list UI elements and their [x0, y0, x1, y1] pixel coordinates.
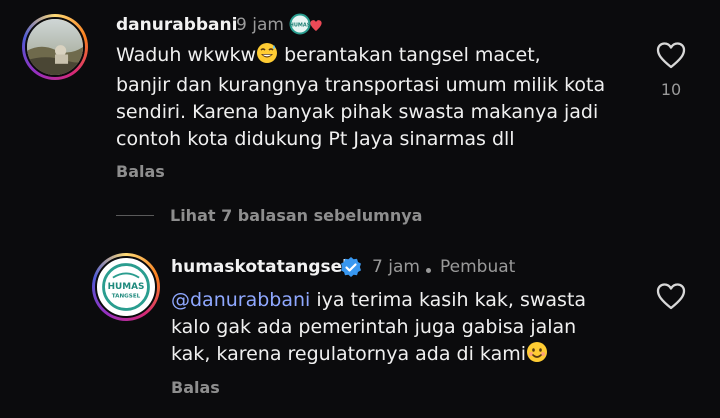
view-replies-divider: [116, 215, 154, 216]
comment2-username[interactable]: humaskotatangsel: [171, 257, 348, 277]
comment1-time: 9 jam: [236, 15, 284, 35]
humas-badge-icon: HUMAS: [289, 13, 323, 35]
avatar-humaskotatangsel[interactable]: HUMAS TANGSEL: [92, 253, 160, 321]
verified-badge-icon: [339, 256, 363, 280]
comment1-line3: sendiri. Karena banyak pihak swasta maka…: [116, 101, 599, 123]
comment1-line4: contoh kota didukung Pt Jaya sinarmas dl…: [116, 128, 515, 150]
comment1-body: Waduh wkwkw berantakan tangsel macet, ba…: [116, 42, 636, 153]
svg-text:HUMAS: HUMAS: [290, 23, 311, 29]
comment1-line1b: berantakan tangsel macet,: [278, 44, 541, 66]
avatar-tangsel-text: TANGSEL: [112, 293, 141, 299]
comment1-line2: banjir dan kurangnya transportasi umum m…: [116, 74, 606, 96]
comment1-line1: Waduh wkwkw: [116, 44, 257, 66]
grinning-sweat-emoji: [256, 42, 278, 72]
avatar-danurabbani[interactable]: [22, 14, 88, 80]
comment2-reply-button[interactable]: Balas: [171, 378, 220, 397]
comment2-like-button[interactable]: [655, 281, 687, 313]
comment1-like-count: 10: [660, 80, 682, 99]
smiling-emoji: [526, 341, 548, 371]
view-previous-replies-button[interactable]: Lihat 7 balasan sebelumnya: [170, 206, 422, 225]
comment1-like-button[interactable]: [655, 40, 687, 72]
avatar-humas-text: HUMAS: [108, 282, 145, 292]
heart-outline-icon: [656, 283, 686, 310]
comment2-line1: iya terima kasih kak, swasta: [310, 289, 587, 311]
dot-separator: [426, 268, 431, 273]
comment1-reply-button[interactable]: Balas: [116, 162, 165, 181]
comment2-line2: kalo gak ada pemerintah juga gabisa jala…: [171, 316, 577, 338]
comment2-body: @danurabbani iya terima kasih kak, swast…: [171, 287, 641, 371]
comment2-time: 7 jam: [372, 257, 420, 277]
heart-outline-icon: [656, 42, 686, 69]
creator-label: Pembuat: [440, 257, 516, 277]
comment1-username[interactable]: danurabbani: [116, 15, 237, 35]
comment2-line3: kak, karena regulatornya ada di kami: [171, 343, 527, 365]
mention-link[interactable]: @danurabbani: [171, 289, 310, 311]
